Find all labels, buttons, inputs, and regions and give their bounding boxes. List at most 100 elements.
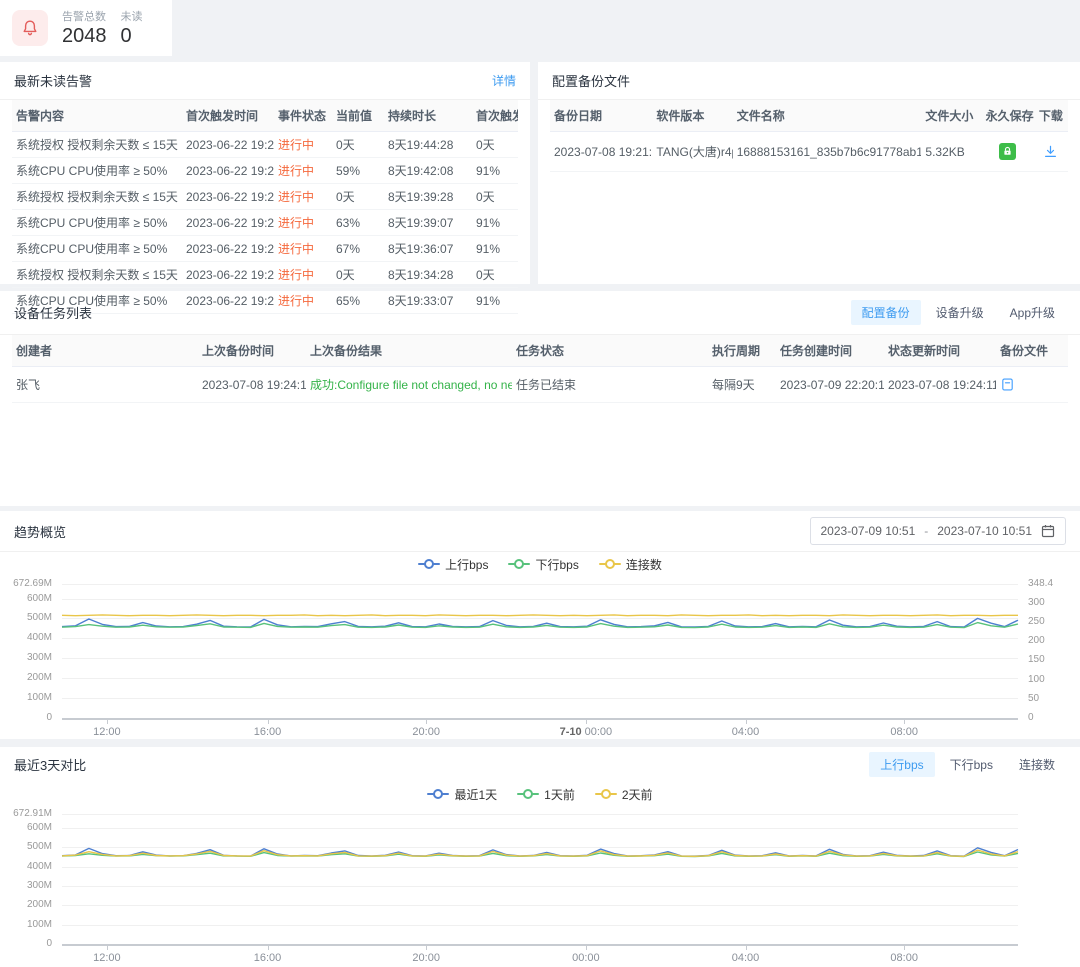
y-axis-label: 600M: [26, 592, 52, 604]
compare-panel: 最近3天对比 上行bps 下行bps 连接数 最近1天 1天前 2天前 0 100M 200…: [0, 747, 1080, 967]
y-axis-right-label: 150: [1028, 654, 1045, 666]
download-icon[interactable]: [1043, 144, 1058, 159]
legend-item-连接数[interactable]: 连接数: [598, 556, 662, 573]
table-row: 2023-07-08 19:21:56TANG(大唐)r4p1,16888153…: [550, 131, 1068, 172]
table-cell: 0天: [332, 131, 384, 158]
x-tick-mark: [745, 720, 747, 724]
table-cell: 2023-07-08 19:24:11: [198, 366, 306, 403]
legend-item-2天前[interactable]: 2天前: [594, 786, 653, 803]
device-task-table: 创建者 上次备份时间 上次备份结果 任务状态 执行周期 任务创建时间 状态更新时间 备份文件张…: [12, 335, 1068, 403]
table-cell: 进行中: [274, 157, 332, 184]
y-axis-label: 500M: [26, 612, 52, 624]
compare-legend: 最近1天 1天前 2天前: [0, 782, 1080, 806]
table-cell: 91%: [472, 209, 518, 236]
date-range-picker[interactable]: 2023-07-09 10:51 - 2023-07-10 10:51: [809, 517, 1066, 545]
x-tick-mark: [267, 720, 269, 724]
x-axis-line: [62, 944, 1018, 946]
tab-上行bps[interactable]: 上行bps: [869, 752, 935, 777]
y-axis-label: 672.91M: [13, 808, 52, 819]
column-header: 备份日期: [550, 100, 653, 132]
legend-item-最近1天[interactable]: 最近1天: [427, 786, 497, 803]
table-row: 系统CPU CPU使用率 ≥ 50% 2023-06-22 19:29 进行中 67%…: [12, 235, 518, 262]
column-header: 上次备份时间: [198, 335, 306, 367]
calendar-icon[interactable]: [1041, 524, 1055, 538]
y-axis-label: 0: [46, 712, 52, 723]
date-range-start[interactable]: 2023-07-09 10:51: [821, 524, 916, 538]
table-cell: 91%: [472, 235, 518, 262]
trend-overview-panel: 趋势概览 2023-07-09 10:51 - 2023-07-10 10:51…: [0, 511, 1080, 739]
table-cell: 2023-06-22 19:29: [182, 287, 274, 314]
y-axis-label: 200M: [26, 672, 52, 684]
x-axis-label: 16:00: [253, 726, 282, 738]
column-header: 上次备份结果: [306, 335, 512, 367]
legend-marker: [418, 559, 441, 569]
x-tick-mark: [106, 720, 108, 724]
table-cell: 进行中: [274, 183, 332, 210]
x-axis-label: 04:00: [731, 726, 760, 738]
tab-下行bps[interactable]: 下行bps: [939, 752, 1004, 777]
date-range-end[interactable]: 2023-07-10 10:51: [937, 524, 1032, 538]
trend-title: 趋势概览: [14, 524, 67, 540]
device-task-panel: 设备任务列表 配置备份 设备升级 App升级 创建者 上次备份时间 上次备份结果 任务状态…: [0, 291, 1080, 506]
y-axis-right-label: 348.4: [1028, 578, 1054, 589]
table-cell: 2023-07-08 19:21:56: [550, 131, 653, 172]
table-cell: 成功:Configure file not changed, no need u…: [306, 366, 512, 403]
table-cell: 91%: [472, 157, 518, 184]
table-header-row: 备份日期 软件版本 文件名称 文件大小 永久保存 下载: [550, 100, 1068, 132]
compare-chart: 0 100M 200M 300M 400M 500M 600M 672.91M 12:00 16:…: [6, 806, 1074, 967]
x-axis-label: 08:00: [890, 952, 918, 964]
alarm-detail-link[interactable]: 详情: [492, 72, 516, 89]
legend-item-下行bps[interactable]: 下行bps: [508, 556, 579, 573]
lock-icon[interactable]: [999, 143, 1017, 160]
x-axis-label: 12:00: [93, 726, 121, 738]
table-cell: 系统授权 授权剩余天数 ≤ 15天: [12, 131, 182, 158]
table-cell: 张飞: [12, 366, 198, 403]
legend-marker: [508, 559, 531, 569]
y-axis-right-label: 0: [1028, 712, 1034, 723]
alarm-total-value: 2048: [62, 25, 107, 47]
table-cell: 59%: [332, 157, 384, 184]
table-cell: 63%: [332, 209, 384, 236]
table-cell: 0天: [472, 131, 518, 158]
latest-alarms-title: 最新未读告警: [14, 74, 93, 89]
trend-chart: 0 100M 200M 300M 400M 500M 600M 672.69M 0 50 100 15…: [6, 576, 1074, 744]
table-cell: 8天19:34:28: [384, 261, 472, 288]
alarm-stat-card: 告警总数 2048 未读 0: [0, 0, 172, 56]
table-cell: 8天19:36:07: [384, 235, 472, 262]
legend-marker: [517, 789, 540, 799]
x-tick-mark: [904, 720, 906, 724]
table-header-row: 创建者 上次备份时间 上次备份结果 任务状态 执行周期 任务创建时间 状态更新时间 备份文件: [12, 335, 1068, 367]
file-icon[interactable]: [1000, 377, 1015, 392]
x-tick-mark: [106, 946, 108, 950]
table-cell: 任务已结束: [512, 366, 708, 403]
tab-连接数[interactable]: 连接数: [1008, 752, 1066, 777]
tab-设备升级[interactable]: 设备升级: [925, 300, 995, 325]
legend-item-1天前[interactable]: 1天前: [517, 786, 575, 803]
y-axis-right-label: 250: [1028, 615, 1045, 627]
y-axis-label: 100M: [26, 918, 52, 930]
legend-item-上行bps[interactable]: 上行bps: [418, 556, 488, 573]
table-cell: 进行中: [274, 209, 332, 236]
table-cell: 系统CPU CPU使用率 ≥ 50%: [12, 209, 182, 236]
tab-配置备份[interactable]: 配置备份: [850, 300, 921, 325]
table-cell: 2023-06-22 19:29: [182, 261, 274, 288]
bell-icon: [12, 10, 48, 46]
x-axis-line: [62, 718, 1018, 720]
x-tick-mark: [426, 720, 428, 724]
tab-App升级[interactable]: App升级: [999, 300, 1066, 325]
y-axis-label: 0: [46, 938, 52, 949]
column-header: 文件大小: [921, 100, 982, 132]
x-axis-label: 08:00: [890, 726, 918, 738]
column-header: 任务状态: [512, 335, 708, 367]
table-cell: 系统授权 授权剩余天数 ≤ 15天: [12, 183, 182, 210]
legend-label: 上行bps: [445, 557, 489, 572]
column-header: 永久保存: [981, 100, 1034, 132]
y-axis-label: 600M: [26, 822, 52, 834]
trend-legend: 上行bps 下行bps 连接数: [0, 552, 1080, 576]
table-cell: 8天19:39:28: [384, 183, 472, 210]
column-header: 下载: [1033, 100, 1068, 132]
legend-label: 1天前: [544, 787, 575, 802]
table-cell: 2023-07-09 22:20:19: [776, 366, 884, 403]
unread: 未读 0: [121, 8, 143, 48]
column-header: 执行周期: [708, 335, 776, 367]
